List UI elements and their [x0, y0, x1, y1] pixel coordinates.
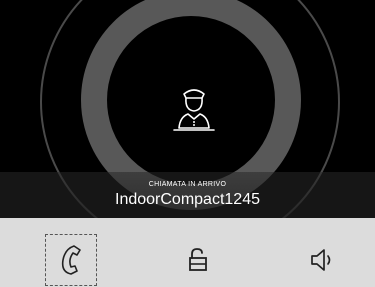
caller-avatar-icon: [164, 80, 224, 140]
speaker-button[interactable]: [296, 234, 348, 286]
caller-name: IndoorCompact1245: [115, 191, 260, 208]
unlock-door-button[interactable]: [172, 234, 224, 286]
answer-call-button[interactable]: [45, 234, 97, 286]
call-status-label: CHIAMATA IN ARRIVO: [148, 181, 227, 188]
call-action-bar: [0, 218, 375, 287]
speaker-icon: [311, 249, 331, 271]
phone-handset-icon: [61, 245, 81, 275]
call-area: CHIAMATA IN ARRIVO IndoorCompact1245: [0, 0, 375, 218]
incoming-call-screen: CHIAMATA IN ARRIVO IndoorCompact1245: [0, 0, 375, 287]
unlock-padlock-icon: [189, 248, 207, 271]
